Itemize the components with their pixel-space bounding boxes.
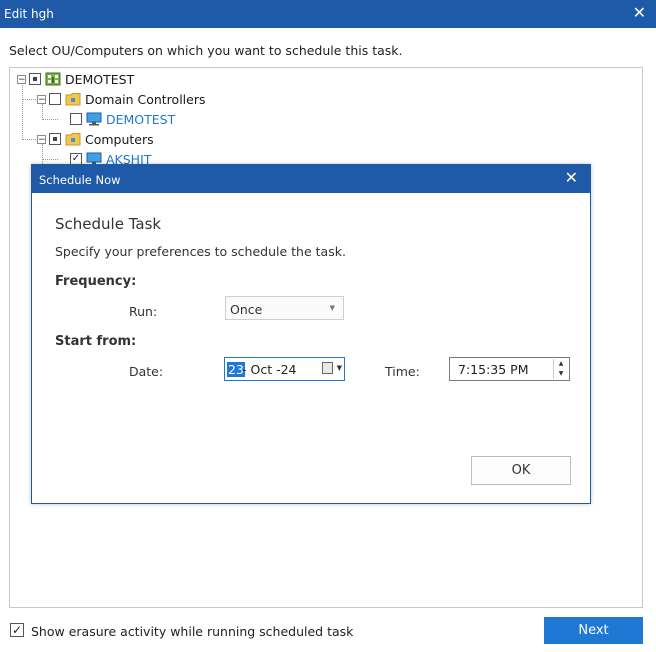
folder-icon (65, 133, 81, 146)
tree-node-domain-controllers[interactable]: − Domain Controllers (37, 90, 205, 108)
show-activity-checkbox[interactable]: ✓ (10, 623, 24, 637)
collapse-icon[interactable]: − (37, 134, 46, 144)
schedule-now-dialog: Schedule Now ✕ Schedule Task Specify you… (31, 164, 591, 504)
date-rest-segment[interactable]: - Oct -24 (242, 362, 297, 377)
calendar-dropdown-icon[interactable]: ▼ (337, 364, 342, 372)
collapse-icon[interactable]: − (17, 74, 26, 84)
dialog-title: Schedule Now (39, 173, 121, 187)
tree-connector (42, 119, 58, 120)
tree-connector (22, 99, 36, 100)
run-select-value: Once (230, 302, 263, 317)
calendar-icon[interactable] (322, 362, 333, 374)
tree-node-demotest-computer[interactable]: DEMOTEST (70, 110, 175, 128)
tree-label-computers: Computers (85, 131, 154, 147)
folder-icon (65, 93, 81, 106)
dialog-description: Specify your preferences to schedule the… (55, 244, 346, 259)
time-value[interactable]: 7:15:35 PM (458, 362, 528, 377)
tree-checkbox-root[interactable] (29, 73, 41, 85)
computer-icon (86, 112, 102, 126)
tree-node-root[interactable]: − DEMOTEST (17, 70, 134, 88)
tree-label-demotest-computer: DEMOTEST (106, 111, 176, 127)
tree-checkbox-computers[interactable] (49, 133, 61, 145)
window-title: Edit hgh (4, 7, 54, 21)
spin-up-icon[interactable]: ▲ (554, 359, 568, 369)
chevron-down-icon: ▼ (329, 304, 335, 312)
spin-down-icon[interactable]: ▼ (554, 369, 568, 379)
instruction-text: Select OU/Computers on which you want to… (9, 43, 403, 58)
show-activity-label[interactable]: Show erasure activity while running sche… (31, 624, 353, 639)
tree-checkbox-demotest-computer[interactable] (70, 113, 82, 125)
date-picker[interactable]: 23 - Oct -24 ▼ (224, 357, 345, 381)
ok-button[interactable]: OK (471, 456, 571, 485)
date-label: Date: (129, 364, 164, 379)
dialog-close-icon[interactable]: ✕ (565, 168, 578, 187)
domain-icon (45, 72, 61, 86)
run-label: Run: (129, 304, 158, 319)
dialog-titlebar: Schedule Now ✕ (32, 165, 590, 193)
tree-connector (22, 82, 23, 140)
tree-connector (42, 159, 58, 160)
window-titlebar: Edit hgh ✕ (0, 0, 656, 28)
tree-checkbox-domain-controllers[interactable] (49, 93, 61, 105)
tree-label-root: DEMOTEST (65, 71, 135, 87)
run-select[interactable]: Once ▼ (225, 296, 344, 320)
tree-connector (22, 139, 36, 140)
collapse-icon[interactable]: − (37, 94, 46, 104)
time-spinner[interactable]: ▲ ▼ (553, 359, 568, 379)
window-close-icon[interactable]: ✕ (633, 3, 646, 22)
frequency-label: Frequency: (55, 274, 137, 289)
dialog-heading: Schedule Task (55, 215, 162, 233)
time-label: Time: (385, 364, 420, 379)
start-from-label: Start from: (55, 334, 137, 349)
tree-label-domain-controllers: Domain Controllers (85, 91, 206, 107)
tree-node-computers[interactable]: − Computers (37, 130, 154, 148)
next-button[interactable]: Next (544, 617, 643, 644)
time-picker[interactable]: 7:15:35 PM ▲ ▼ (449, 357, 570, 381)
